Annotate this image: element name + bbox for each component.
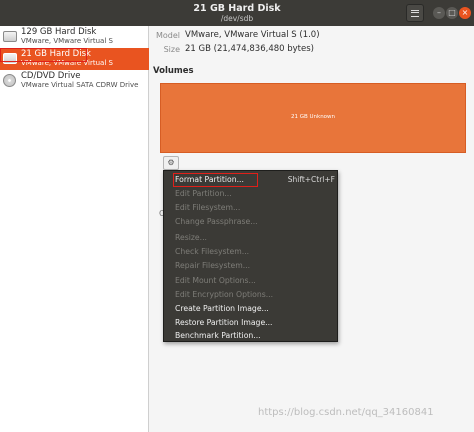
model-label: Model xyxy=(155,31,180,40)
app-menu-button[interactable] xyxy=(406,4,424,22)
disk-model: VMware Virtual SATA CDRW Drive xyxy=(21,81,139,89)
menu-item-edit-mount-options[interactable]: Edit Mount Options... xyxy=(164,274,339,288)
hamburger-icon xyxy=(411,9,419,17)
menu-item-check-filesystem[interactable]: Check Filesystem... xyxy=(164,245,339,259)
menu-item-edit-encryption-options[interactable]: Edit Encryption Options... xyxy=(164,288,339,302)
maximize-button[interactable]: □ xyxy=(446,7,458,19)
menu-item-change-passphrase[interactable]: Change Passphrase... xyxy=(164,215,339,229)
window-title: 21 GB Hard Disk xyxy=(193,3,281,14)
volumes-heading: Volumes xyxy=(153,66,194,76)
menu-item-resize[interactable]: Resize... xyxy=(164,231,339,245)
disk-model: VMware, VMware Virtual S xyxy=(21,37,113,45)
disk-item-cd-dvd[interactable]: CD/DVD Drive VMware Virtual SATA CDRW Dr… xyxy=(0,70,149,92)
menu-item-restore-partition-image[interactable]: Restore Partition Image... xyxy=(164,316,339,330)
partition-block[interactable]: 21 GB Unknown xyxy=(160,83,466,153)
partition-context-menu: Format Partition... Shift+Ctrl+F Edit Par… xyxy=(163,170,338,342)
model-value: VMware, VMware Virtual S (1.0) xyxy=(185,30,320,40)
gear-icon: ⚙ xyxy=(167,158,175,167)
disk-name: CD/DVD Drive xyxy=(21,71,81,81)
optical-drive-icon xyxy=(3,74,16,87)
disk-name: 129 GB Hard Disk xyxy=(21,27,97,37)
size-value: 21 GB (21,474,836,480 bytes) xyxy=(185,44,314,54)
title-bar: 21 GB Hard Disk /dev/sdb – □ × xyxy=(0,0,474,26)
partition-label: 21 GB Unknown xyxy=(290,114,336,120)
close-button[interactable]: × xyxy=(459,7,471,19)
menu-item-benchmark-partition[interactable]: Benchmark Partition... xyxy=(164,329,339,343)
watermark: https://blog.csdn.net/qq_34160841 xyxy=(258,407,434,418)
menu-item-repair-filesystem[interactable]: Repair Filesystem... xyxy=(164,259,339,273)
menu-item-edit-filesystem[interactable]: Edit Filesystem... xyxy=(164,201,339,215)
minimize-button[interactable]: – xyxy=(433,7,445,19)
window-subtitle: /dev/sdb xyxy=(220,14,254,23)
menu-item-create-partition-image[interactable]: Create Partition Image... xyxy=(164,302,339,316)
partition-options-button[interactable]: ⚙ xyxy=(163,156,179,170)
menu-item-format-partition[interactable]: Format Partition... Shift+Ctrl+F xyxy=(164,173,339,187)
hard-disk-icon xyxy=(3,31,17,42)
highlight-box xyxy=(0,48,87,62)
menu-item-edit-partition[interactable]: Edit Partition... xyxy=(164,187,339,201)
shortcut-label: Shift+Ctrl+F xyxy=(287,175,335,184)
size-label: Size xyxy=(163,45,180,54)
disk-item-129gb[interactable]: 129 GB Hard Disk VMware, VMware Virtual … xyxy=(0,26,149,48)
disk-list-sidebar: 129 GB Hard Disk VMware, VMware Virtual … xyxy=(0,26,149,432)
